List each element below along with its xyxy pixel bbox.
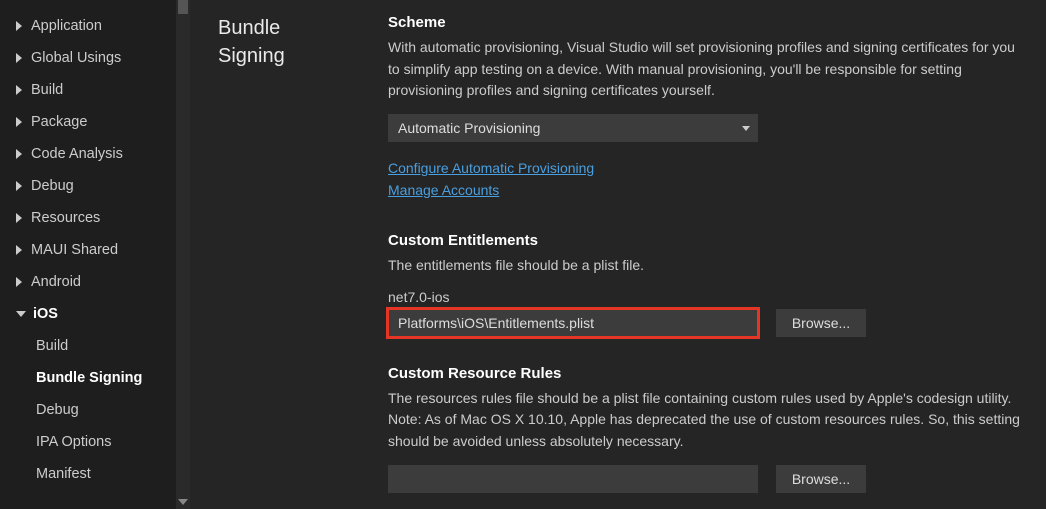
sidebar-item-global-usings[interactable]: Global Usings xyxy=(0,42,190,74)
sidebar-item-package[interactable]: Package xyxy=(0,106,190,138)
sidebar: Application Global Usings Build Package … xyxy=(0,0,190,509)
configure-provisioning-link[interactable]: Configure Automatic Provisioning xyxy=(388,160,594,176)
provisioning-selected-label: Automatic Provisioning xyxy=(398,120,540,136)
sidebar-item-label: IPA Options xyxy=(36,434,112,450)
sidebar-item-debug[interactable]: Debug xyxy=(0,170,190,202)
scheme-description: With automatic provisioning, Visual Stud… xyxy=(388,37,1024,102)
scheme-group: Scheme With automatic provisioning, Visu… xyxy=(388,14,1024,204)
sidebar-item-label: Resources xyxy=(31,210,100,226)
resource-rules-field-row: Browse... xyxy=(388,465,1024,493)
sidebar-item-label: Build xyxy=(36,338,68,354)
entitlements-group: Custom Entitlements The entitlements fil… xyxy=(388,232,1024,337)
sidebar-item-application[interactable]: Application xyxy=(0,10,190,42)
sidebar-item-code-analysis[interactable]: Code Analysis xyxy=(0,138,190,170)
sidebar-item-label: Debug xyxy=(31,178,74,194)
sidebar-item-label: Build xyxy=(31,82,63,98)
resource-rules-heading: Custom Resource Rules xyxy=(388,365,1024,382)
chevron-right-icon xyxy=(16,21,22,31)
sidebar-subitem-bundle-signing[interactable]: Bundle Signing xyxy=(0,362,190,394)
sidebar-item-label: Package xyxy=(31,114,87,130)
sidebar-item-label: MAUI Shared xyxy=(31,242,118,258)
sidebar-subitem-ipa-options[interactable]: IPA Options xyxy=(0,426,190,458)
sidebar-item-label: Global Usings xyxy=(31,50,121,66)
entitlements-field-row: Browse... xyxy=(388,309,1024,337)
sidebar-item-android[interactable]: Android xyxy=(0,266,190,298)
sidebar-item-label: Debug xyxy=(36,402,79,418)
section-title: Bundle Signing xyxy=(190,0,360,509)
scroll-down-icon[interactable] xyxy=(178,499,188,505)
chevron-down-icon xyxy=(16,311,26,317)
resource-rules-description: The resources rules file should be a pli… xyxy=(388,388,1024,453)
sidebar-subitem-manifest[interactable]: Manifest xyxy=(0,458,190,490)
chevron-right-icon xyxy=(16,85,22,95)
scrollbar-thumb[interactable] xyxy=(178,0,188,14)
sidebar-item-label: Manifest xyxy=(36,466,91,482)
sidebar-item-resources[interactable]: Resources xyxy=(0,202,190,234)
resource-rules-browse-button[interactable]: Browse... xyxy=(776,465,866,493)
sidebar-item-label: Application xyxy=(31,18,102,34)
chevron-right-icon xyxy=(16,277,22,287)
entitlements-path-input[interactable] xyxy=(388,309,758,337)
sidebar-item-label: Bundle Signing xyxy=(36,370,142,386)
sidebar-item-maui-shared[interactable]: MAUI Shared xyxy=(0,234,190,266)
sidebar-item-build[interactable]: Build xyxy=(0,74,190,106)
resource-rules-path-input[interactable] xyxy=(388,465,758,493)
sidebar-item-label: Android xyxy=(31,274,81,290)
chevron-right-icon xyxy=(16,181,22,191)
sidebar-subitem-debug[interactable]: Debug xyxy=(0,394,190,426)
main-panel: Scheme With automatic provisioning, Visu… xyxy=(360,0,1046,509)
entitlements-browse-button[interactable]: Browse... xyxy=(776,309,866,337)
sidebar-scrollbar[interactable] xyxy=(176,0,190,509)
provisioning-select[interactable]: Automatic Provisioning xyxy=(388,114,758,142)
chevron-right-icon xyxy=(16,149,22,159)
sidebar-item-label: iOS xyxy=(33,306,58,322)
chevron-right-icon xyxy=(16,53,22,63)
chevron-right-icon xyxy=(16,117,22,127)
entitlements-description: The entitlements file should be a plist … xyxy=(388,255,1024,277)
resource-rules-group: Custom Resource Rules The resources rule… xyxy=(388,365,1024,493)
chevron-right-icon xyxy=(16,245,22,255)
entitlements-framework-label: net7.0-ios xyxy=(388,289,1024,305)
sidebar-item-ios[interactable]: iOS xyxy=(0,298,190,330)
entitlements-heading: Custom Entitlements xyxy=(388,232,1024,249)
content: Bundle Signing Scheme With automatic pro… xyxy=(190,0,1046,509)
sidebar-subitem-build[interactable]: Build xyxy=(0,330,190,362)
scheme-heading: Scheme xyxy=(388,14,1024,31)
chevron-right-icon xyxy=(16,213,22,223)
chevron-down-icon xyxy=(742,126,750,131)
manage-accounts-link[interactable]: Manage Accounts xyxy=(388,182,499,198)
sidebar-item-label: Code Analysis xyxy=(31,146,123,162)
